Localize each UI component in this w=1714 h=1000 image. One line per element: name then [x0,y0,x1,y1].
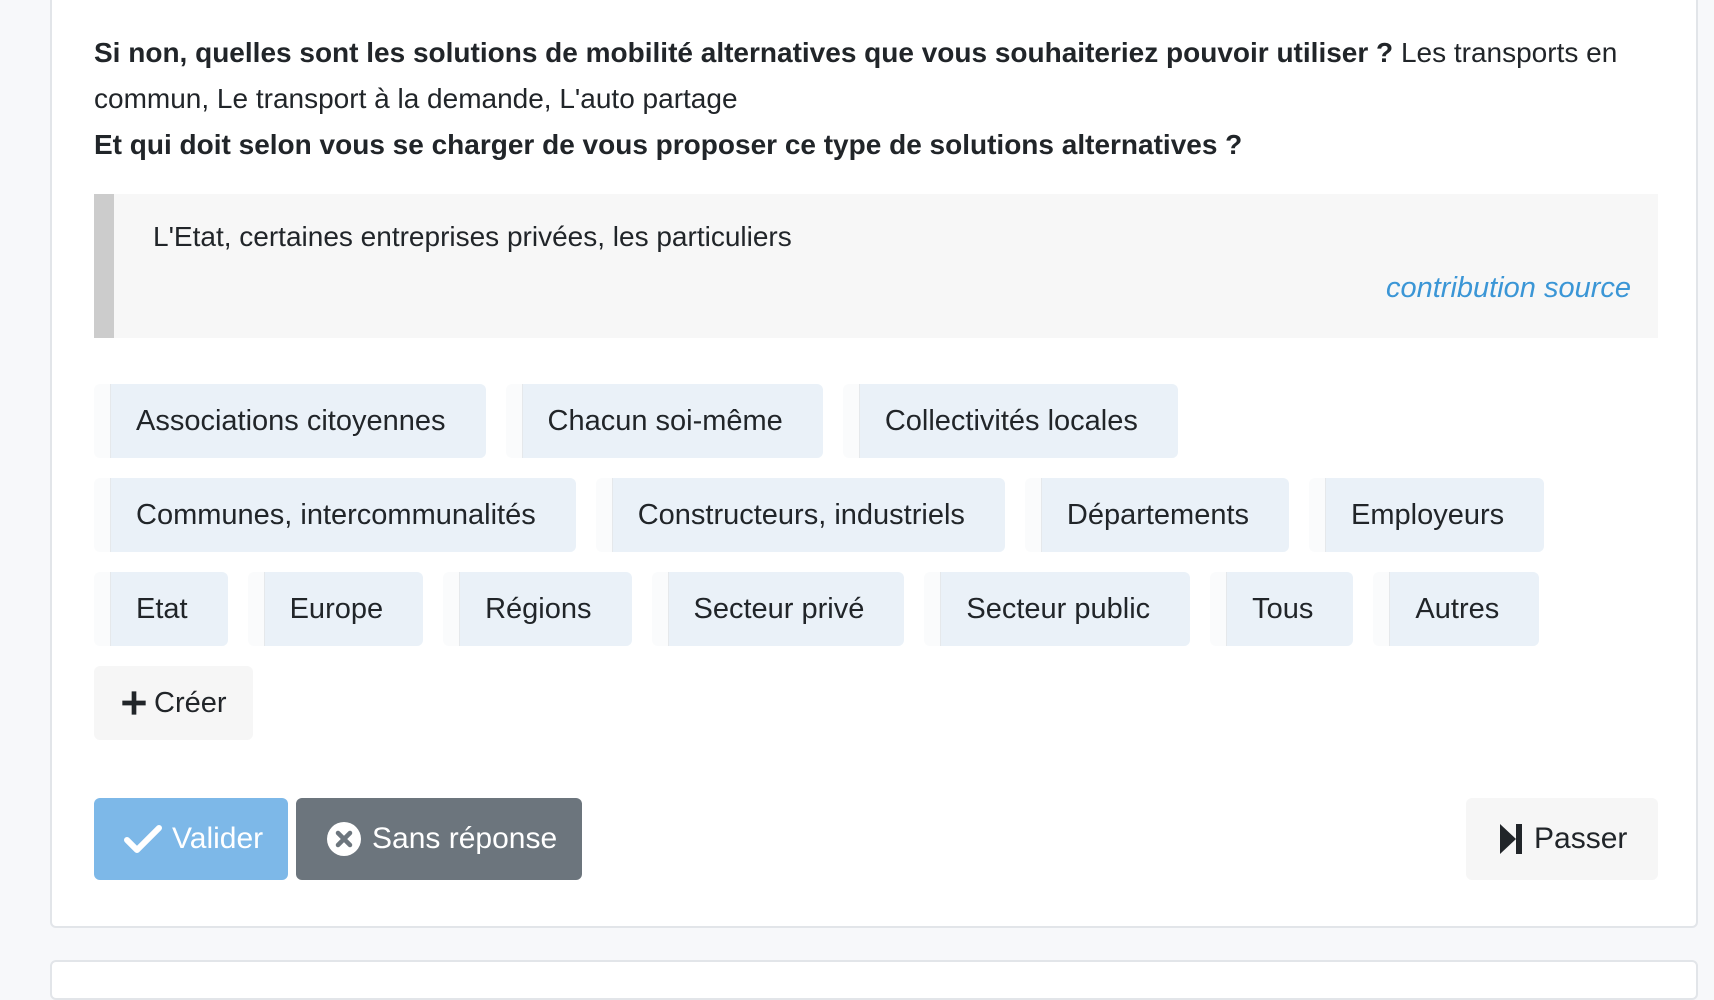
contribution-source-link[interactable]: contribution source [1386,272,1631,305]
question-card: Si non, quelles sont les solutions de mo… [50,0,1698,928]
check-icon [124,825,162,853]
tag-communes-intercommunalites[interactable]: Communes, intercommunalités [94,478,576,552]
tag-tous[interactable]: Tous [1210,572,1354,646]
no-answer-label: Sans réponse [372,822,558,855]
no-answer-button[interactable]: Sans réponse [296,798,582,880]
plus-icon [122,691,146,715]
tag-autres[interactable]: Autres [1373,572,1540,646]
skip-label: Passer [1534,822,1628,855]
create-tag-button[interactable]: Créer [94,666,253,740]
validate-button[interactable]: Valider [94,798,288,880]
tag-chacun-soi-meme[interactable]: Chacun soi-même [505,384,823,458]
question-1-title: Si non, quelles sont les solutions de mo… [94,37,1394,68]
tag-row: Communes, intercommunalités Constructeur… [94,478,1674,552]
tag-secteur-public[interactable]: Secteur public [924,572,1191,646]
tag-secteur-prive[interactable]: Secteur privé [651,572,905,646]
next-card-edge [50,960,1698,1000]
create-button-label: Créer [154,686,227,719]
quote-text: L'Etat, certaines entreprises privées, l… [153,221,792,252]
question-text: Si non, quelles sont les solutions de mo… [94,30,1674,168]
contribution-quote: L'Etat, certaines entreprises privées, l… [94,194,1658,338]
tag-etat[interactable]: Etat [94,572,228,646]
tag-departements[interactable]: Départements [1024,478,1290,552]
tag-employeurs[interactable]: Employeurs [1309,478,1545,552]
question-2-title: Et qui doit selon vous se charger de vou… [94,129,1243,160]
tag-row: Etat Europe Régions Secteur privé Secteu… [94,572,1674,646]
tag-collectivites-locales[interactable]: Collectivités locales [842,384,1178,458]
action-bar: Valider Sans réponse Passer [94,798,1658,880]
circle-x-icon [327,822,361,856]
validate-label: Valider [172,822,264,855]
tag-constructeurs-industriels[interactable]: Constructeurs, industriels [595,478,1005,552]
tag-europe[interactable]: Europe [247,572,424,646]
skip-forward-icon [1500,824,1522,854]
tag-regions[interactable]: Régions [443,572,632,646]
tag-associations-citoyennes[interactable]: Associations citoyennes [94,384,486,458]
skip-button[interactable]: Passer [1466,798,1658,880]
tag-options: Associations citoyennes Chacun soi-même … [94,384,1674,740]
tag-row: Associations citoyennes Chacun soi-même … [94,384,1674,458]
